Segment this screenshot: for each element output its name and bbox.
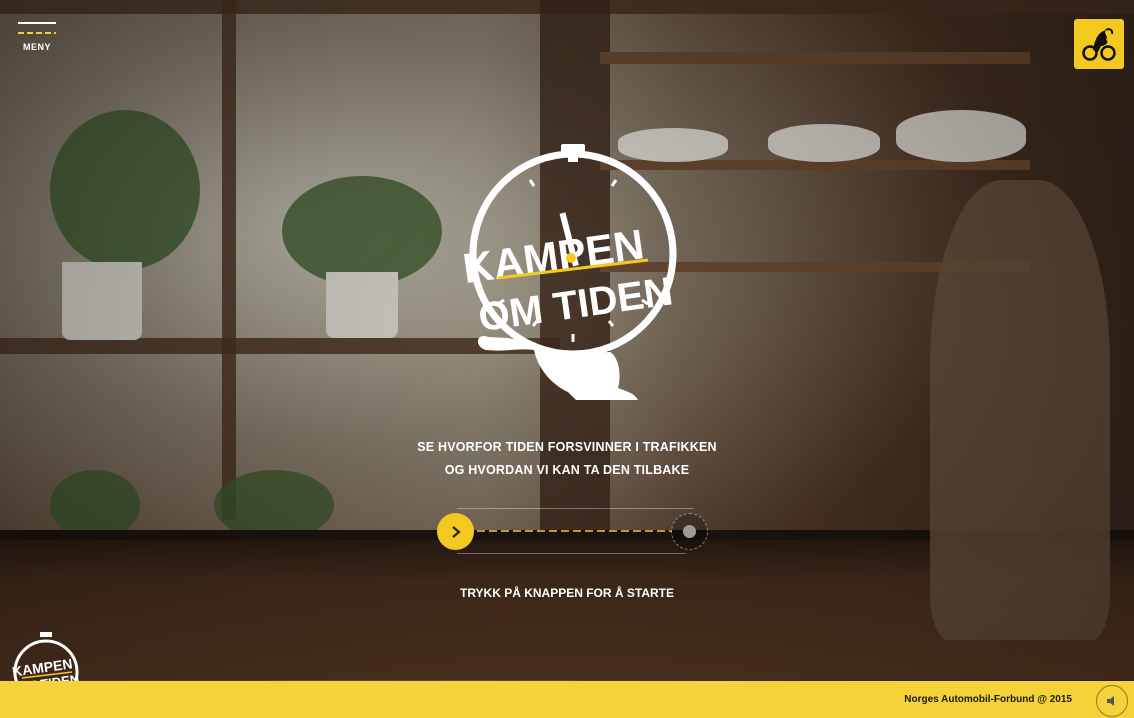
- speaker-icon: [1107, 696, 1114, 706]
- menu-button[interactable]: MENY: [18, 22, 56, 52]
- start-slider[interactable]: [437, 508, 712, 554]
- slider-target: [671, 513, 708, 550]
- copyright-text: Norges Automobil-Forbund @ 2015: [904, 694, 1072, 705]
- kampen-om-tiden-logo: KAMPEN OM TIDEN: [460, 144, 677, 400]
- lion-wheel-icon: [1082, 28, 1116, 61]
- tagline: SE HVORFOR TIDEN FORSVINNER I TRAFIKKEN …: [367, 436, 767, 482]
- start-instruction: TRYKK PÅ KNAPPEN FOR Å STARTE: [459, 586, 674, 600]
- chevron-right-icon: [451, 525, 461, 538]
- slider-knob[interactable]: [437, 513, 474, 550]
- tagline-line1: SE HVORFOR TIDEN FORSVINNER I TRAFIKKEN: [417, 440, 717, 454]
- slider-track: [477, 530, 672, 532]
- naf-logo-button[interactable]: [1074, 19, 1124, 69]
- menu-icon: [18, 22, 56, 24]
- footer-bar: Norges Automobil-Forbund @ 2015: [0, 681, 1134, 718]
- sound-toggle-button[interactable]: [1096, 685, 1128, 717]
- menu-label: MENY: [22, 42, 51, 52]
- dot-icon: [683, 525, 696, 538]
- tagline-line2: OG HVORDAN VI KAN TA DEN TILBAKE: [444, 463, 690, 477]
